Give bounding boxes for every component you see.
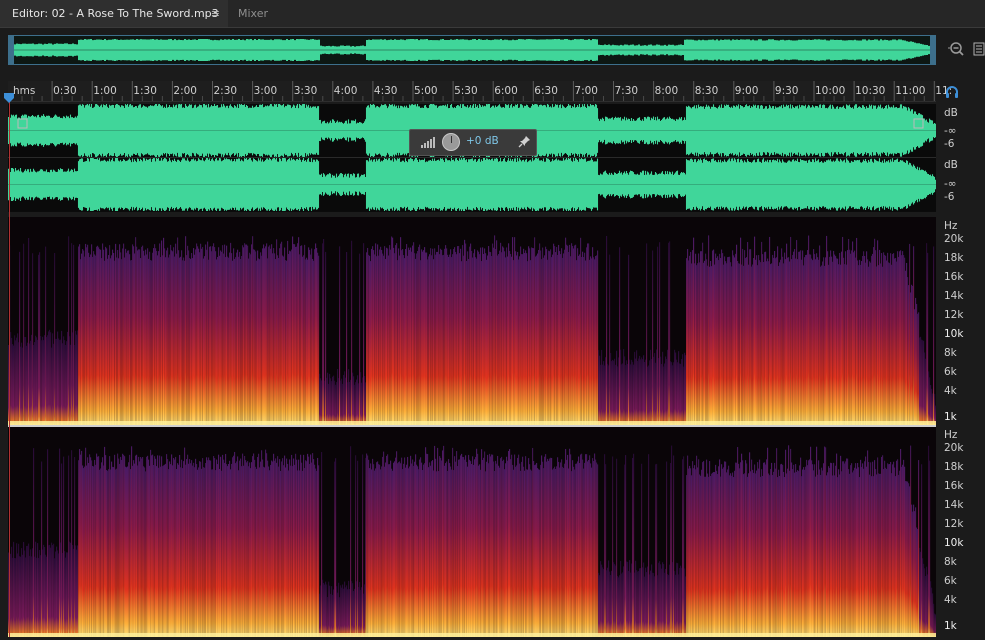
gain-value[interactable]: +0 dB — [466, 135, 499, 147]
hz-scale-label: 12k — [944, 518, 964, 530]
time-ruler[interactable]: hms 0:30 1:00 1:30 2:00 2:30 3:00 3:30 4:00 4:30 5… — [8, 81, 952, 102]
ruler-tick-label: 8:30 — [694, 85, 719, 97]
ruler-tick-label: hms — [13, 85, 36, 97]
pin-icon[interactable] — [518, 134, 532, 150]
hz-scale-label: 10k — [944, 328, 964, 340]
ruler-tick-label: 5:00 — [414, 85, 438, 97]
ruler-tick-label: 4:30 — [373, 85, 398, 97]
ruler-tick-label: 10:30 — [855, 85, 886, 97]
hz-scale-label: 14k — [944, 499, 964, 511]
hz-scale-label: 18k — [944, 252, 964, 264]
ruler-tick-label: 2:00 — [173, 85, 197, 97]
hz-scale-label: 14k — [944, 290, 964, 302]
hz-scale-label: 16k — [944, 271, 964, 283]
spectrogram — [8, 217, 937, 637]
hz-scale-label: 20k — [944, 442, 964, 454]
db-scale: dB -∞ -6 dB -∞ -6 — [936, 104, 985, 212]
ruler-tick-label: 9:00 — [734, 85, 759, 97]
waveform-display[interactable] — [7, 103, 937, 212]
zoom-out-magnifier-icon[interactable] — [947, 40, 965, 58]
hz-scale-label: 6k — [944, 575, 957, 587]
spectral-frequency-display[interactable] — [8, 217, 937, 637]
ruler-tick-label: 5:30 — [454, 85, 478, 97]
hz-scale-label: 4k — [944, 594, 957, 606]
hz-scale-label: 6k — [944, 366, 957, 378]
hz-scale-label: 4k — [944, 385, 957, 397]
ruler-tick-label: 8:00 — [654, 85, 679, 97]
tab-editor[interactable]: Editor: 02 - A Rose To The Sword.mp3 ≡ — [0, 0, 228, 27]
ruler-tick-label: 9:30 — [774, 85, 799, 97]
ruler-tick-label: 3:00 — [253, 85, 278, 97]
ruler-tick-label: 6:00 — [494, 85, 518, 97]
hz-scale-label: Hz — [944, 220, 958, 232]
panel-splitter-handle[interactable] — [498, 211, 522, 219]
hud-gain-control[interactable]: +0 dB — [409, 129, 537, 156]
db-scale-label: dB — [944, 159, 958, 171]
db-scale-label: dB — [944, 107, 958, 119]
playhead-line[interactable] — [9, 101, 10, 637]
tab-editor-label: Editor: 02 - A Rose To The Sword.mp3 — [12, 7, 219, 20]
hz-scale-label: 1k — [944, 411, 957, 423]
hz-scale-label: 8k — [944, 556, 957, 568]
hz-scale-label: Hz — [944, 429, 958, 441]
tab-bar: Editor: 02 - A Rose To The Sword.mp3 ≡ M… — [0, 0, 985, 28]
overview-waveform — [8, 36, 935, 64]
overview-navigator[interactable] — [8, 35, 936, 65]
tab-mixer-label: Mixer — [238, 7, 269, 20]
hz-scale-label: 12k — [944, 309, 964, 321]
db-scale-label: -∞ — [944, 178, 957, 190]
ruler-tick-label: 4:00 — [333, 85, 358, 97]
gain-knob[interactable] — [442, 133, 460, 151]
headphones-icon[interactable] — [944, 84, 960, 100]
playhead-marker-icon[interactable] — [3, 92, 15, 104]
hz-scale: Hz 20k 18k 16k 14k 12k 10k 8k 6k 4k 1k Hz 20k 18k 16k 1… — [936, 217, 985, 637]
hz-scale-label: 8k — [944, 347, 957, 359]
ruler-tick-label: 1:30 — [133, 85, 157, 97]
ruler-tick-label: 7:30 — [614, 85, 639, 97]
level-meter-icon — [420, 135, 436, 149]
ruler-tick-label: 2:30 — [213, 85, 238, 97]
tab-mixer[interactable]: Mixer — [238, 0, 268, 27]
hz-scale-label: 1k — [944, 620, 957, 632]
ruler-tick-label: 1:00 — [93, 85, 117, 97]
ruler-tick-label: 11:00 — [895, 85, 926, 97]
ruler-tick-label: 7:00 — [574, 85, 598, 97]
waveform-channels — [7, 103, 937, 212]
panel-menu-icon[interactable] — [973, 40, 985, 58]
tab-menu-icon[interactable]: ≡ — [211, 0, 220, 27]
ruler-tick-label: 10:00 — [815, 85, 846, 97]
db-scale-label: -6 — [944, 191, 955, 203]
ruler-tick-label: 6:30 — [534, 85, 558, 97]
hz-scale-label: 20k — [944, 233, 964, 245]
ruler-tick-label: 0:30 — [53, 85, 77, 97]
db-scale-label: -6 — [944, 138, 955, 150]
hz-scale-label: 18k — [944, 461, 964, 473]
ruler-tick-label: 3:30 — [293, 85, 318, 97]
hz-scale-label: 16k — [944, 480, 964, 492]
hz-scale-label: 10k — [944, 537, 964, 549]
db-scale-label: -∞ — [944, 125, 957, 137]
